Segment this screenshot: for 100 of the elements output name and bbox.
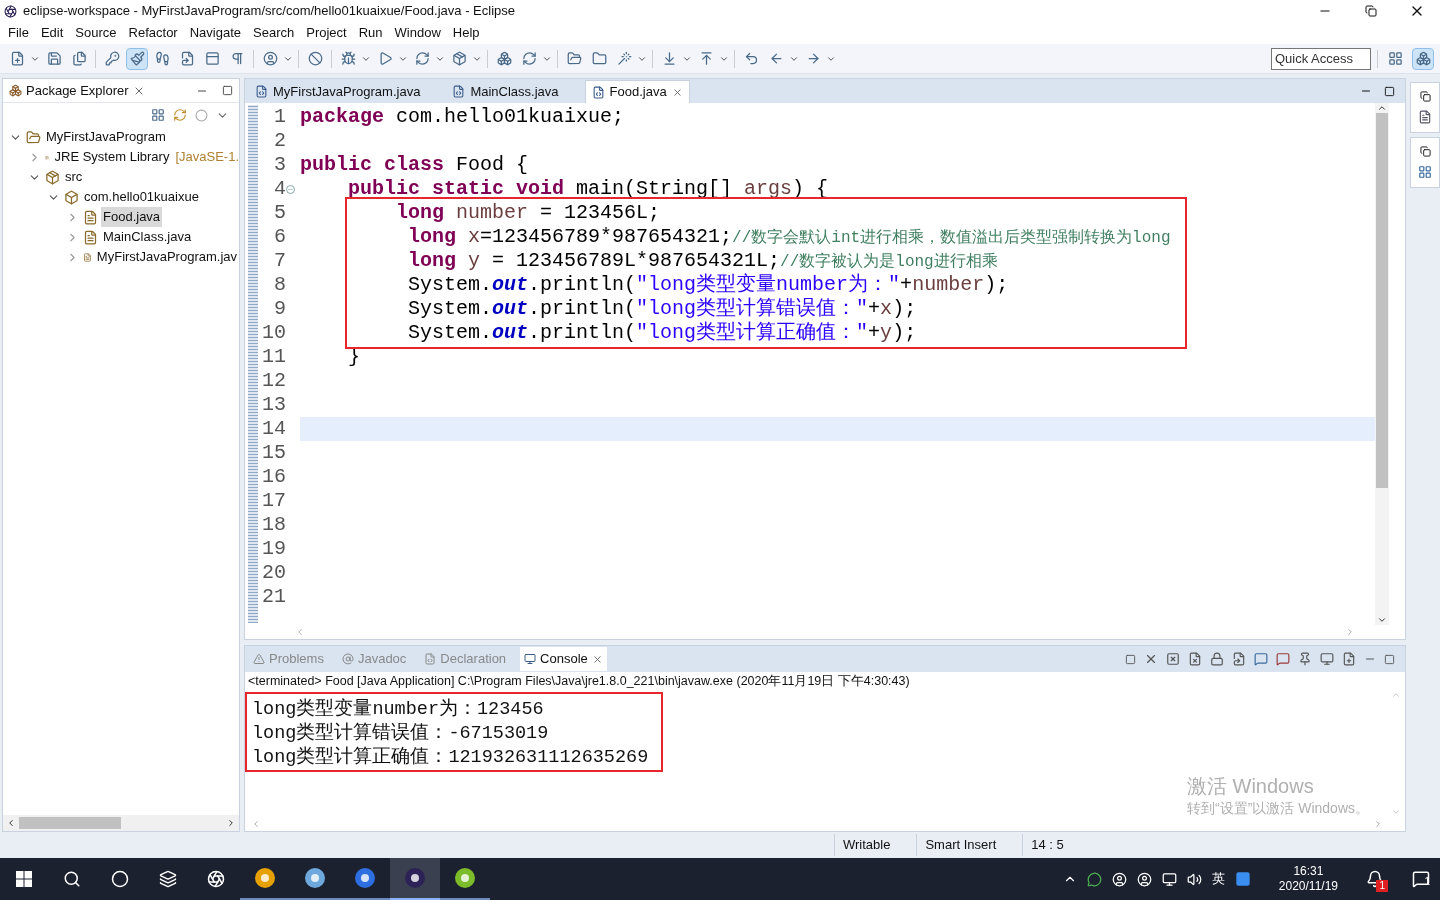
quick-access-field[interactable]: Quick Access [1271,47,1371,70]
menu-item[interactable]: Edit [34,23,70,43]
tree-item[interactable]: JRE System Library [52,147,172,167]
menu-item[interactable]: Navigate [183,23,247,43]
tree-item[interactable]: src [63,167,85,187]
file-icon [83,209,98,225]
outline-icon[interactable] [1418,110,1432,124]
status-field: Smart Insert [916,834,1005,856]
menu-item[interactable]: File [2,23,35,43]
task-list-icon[interactable] [1418,165,1432,179]
chat-icon[interactable] [1086,871,1102,887]
line-number: 2 [273,128,286,154]
menu-item[interactable]: Run [352,23,389,43]
circle-icon[interactable] [111,870,129,888]
volume-icon[interactable] [1186,871,1202,887]
action-center-icon[interactable] [1412,870,1430,888]
status-field: Writable [834,834,899,856]
line-number: 8 [273,272,286,298]
restore-icon[interactable] [1419,91,1431,102]
line-number: 4 [273,176,286,202]
scroll-right-icon[interactable] [226,818,236,828]
tree-item[interactable]: com.hello01kuaixue [82,187,201,207]
package-icon [45,169,60,185]
code-line: public class Food { [300,152,529,178]
console-output-line: long类型变量number为：123456 [252,697,545,720]
status-field: 14 : 5 [1022,834,1072,856]
remove-all-icon[interactable] [1166,652,1180,666]
show-output-icon[interactable] [1254,652,1268,666]
package-explorer-icon [9,84,22,97]
tree-item-decoration: [JavaSE-1. [175,148,239,167]
line-number: 3 [273,152,286,178]
activation-title: 激活 Windows [1187,774,1315,798]
open-console-icon[interactable] [1342,652,1356,666]
maximize-icon[interactable] [1384,85,1395,97]
line-number: 15 [261,440,286,466]
maximize-icon[interactable] [1384,653,1395,665]
menu-item[interactable]: Window [388,23,447,43]
line-number: 17 [261,488,286,514]
code-line: long x=123456789*987654321;//数字会默认int进行相乘，数值溢出后类型强制转换为long [407,224,1171,250]
ball-icon [454,867,476,889]
maximize-icon[interactable] [222,85,233,96]
link-editor-icon[interactable] [173,108,187,122]
console-header: <terminated> Food [Java Application] C:\Program Files\Java\jre1.8.0_221\bin\javaw.exe (2020年11月19日 下午4:30:43) [247,673,911,690]
view-tab[interactable]: Package Explorer [26,80,129,101]
tree-item[interactable]: MyFirstJavaProgram [44,127,168,147]
search-icon[interactable] [63,870,81,888]
clear-console-icon[interactable] [1188,652,1202,666]
clock-date[interactable]: 2020/11/19 [1278,879,1338,894]
menu-item[interactable]: Refactor [122,23,184,43]
view-tab[interactable]: Console [520,647,607,671]
scroll-down-icon[interactable] [1377,615,1387,625]
menu-item[interactable]: Source [69,23,123,43]
collapse-all-icon[interactable] [151,108,165,122]
pinwheel-icon[interactable] [207,870,225,888]
code-line: System.out.println("long类型变量number为："+number); [407,272,1009,297]
editor-tab[interactable]: MyFirstJavaProgram.java [249,80,427,103]
brush-icon[interactable] [126,47,148,70]
menu-item[interactable]: Help [446,23,486,43]
terminate-icon[interactable] [1125,653,1136,665]
show-error-icon[interactable] [1276,652,1290,666]
line-number: 9 [273,296,286,322]
line-number: 12 [261,368,286,394]
tree-item[interactable]: Food.java [101,207,163,227]
task-view-icon[interactable] [159,870,177,888]
at-sign-icon [341,653,354,665]
editor-tab[interactable]: Food.java [584,80,690,103]
notification-badge: 1 [1376,880,1388,892]
network-icon[interactable] [1161,871,1177,887]
input-method-indicator[interactable]: 英 [1211,869,1225,889]
scroll-up-icon[interactable] [1377,103,1387,113]
restore-icon[interactable] [1419,146,1431,157]
scrollbar-thumb[interactable] [1376,113,1388,488]
tree-item[interactable]: MyFirstJavaProgram.jav [94,247,239,267]
notification-icon[interactable] [1366,870,1384,888]
console-output-line: long类型计算错误值：-67153019 [252,721,550,744]
line-number: 5 [273,200,286,226]
menu-item[interactable]: Search [247,23,301,43]
code-line: long number = 123456L; [395,200,661,226]
scrollbar-thumb[interactable] [19,817,121,829]
remove-launch-icon[interactable] [1144,652,1158,666]
menu-item[interactable]: Project [300,23,353,43]
line-number: 7 [273,248,286,274]
code-line: package com.hello01kuaixue; [300,104,625,130]
line-number: 6 [273,224,286,250]
java-file-icon [255,85,268,98]
scroll-left-icon[interactable] [6,818,16,828]
box-icon [64,189,79,205]
windows-logo-icon[interactable] [16,871,32,887]
clock-time[interactable]: 16:31 [1293,864,1324,879]
taskbar-app[interactable] [390,858,440,900]
restore-icon[interactable] [1365,5,1377,17]
scroll-lock-icon[interactable] [1210,652,1224,666]
line-number: 13 [261,392,286,418]
editor-tab[interactable]: MainClass.java [446,80,565,103]
tree-item[interactable]: MainClass.java [101,227,194,247]
display-console-icon[interactable] [1320,652,1334,666]
line-number: 21 [261,584,286,610]
app-tray-icon[interactable] [1234,871,1251,887]
line-number: 20 [261,560,286,586]
pin-icon[interactable] [1298,652,1312,666]
